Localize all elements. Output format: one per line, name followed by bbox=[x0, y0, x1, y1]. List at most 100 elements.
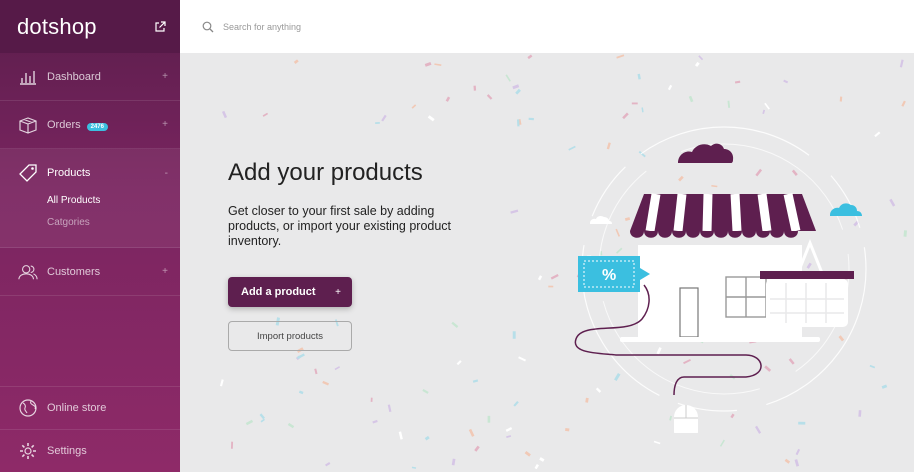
confetti-piece bbox=[506, 435, 512, 439]
confetti-piece bbox=[451, 321, 459, 328]
confetti-piece bbox=[515, 88, 521, 95]
confetti-piece bbox=[903, 230, 907, 237]
sidebar-item-dashboard[interactable]: Dashboard + bbox=[0, 53, 180, 101]
confetti-piece bbox=[298, 390, 304, 395]
search-icon bbox=[202, 21, 214, 32]
top-bar bbox=[180, 0, 914, 53]
confetti-piece bbox=[474, 445, 480, 452]
confetti-piece bbox=[451, 458, 456, 466]
confetti-piece bbox=[794, 459, 800, 467]
confetti-piece bbox=[411, 466, 417, 469]
sidebar-item-label: Products bbox=[47, 167, 91, 179]
expand-icon[interactable]: + bbox=[162, 71, 168, 82]
confetti-piece bbox=[719, 439, 725, 447]
confetti-piece bbox=[372, 419, 378, 424]
confetti-piece bbox=[505, 74, 511, 82]
confetti-piece bbox=[260, 418, 265, 423]
sidebar-item-settings[interactable]: Settings bbox=[0, 429, 180, 472]
page-description: Get closer to your first sale by adding … bbox=[228, 204, 452, 248]
confetti-piece bbox=[314, 368, 318, 375]
sidebar-subitem-categories[interactable]: Catgories bbox=[0, 212, 180, 234]
sidebar-item-customers[interactable]: Customers + bbox=[0, 248, 180, 296]
expand-icon[interactable]: + bbox=[162, 119, 168, 130]
confetti-piece bbox=[783, 79, 789, 84]
gear-icon bbox=[18, 441, 38, 461]
globe-icon bbox=[18, 398, 38, 418]
confetti-piece bbox=[398, 431, 403, 440]
shop-illustration: % bbox=[574, 126, 867, 433]
confetti-piece bbox=[230, 441, 234, 449]
confetti-piece bbox=[445, 96, 451, 102]
confetti-piece bbox=[422, 388, 429, 394]
confetti-piece bbox=[245, 419, 254, 426]
confetti-piece bbox=[434, 63, 442, 66]
sidebar: dotshop Dashboard + Orders 2476 + Product… bbox=[0, 0, 180, 472]
confetti-piece bbox=[795, 448, 801, 456]
confetti-piece bbox=[424, 435, 430, 441]
main-content: Add your products Get closer to your fir… bbox=[180, 53, 914, 472]
confetti-piece bbox=[694, 61, 700, 67]
confetti-piece bbox=[293, 59, 299, 64]
brand-logo[interactable]: dotshop bbox=[17, 14, 97, 40]
confetti-piece bbox=[387, 404, 392, 413]
confetti-piece bbox=[427, 115, 435, 122]
confetti-piece bbox=[424, 61, 432, 67]
confetti-piece bbox=[325, 462, 331, 467]
plus-icon: + bbox=[335, 286, 341, 298]
confetti-piece bbox=[616, 54, 625, 59]
import-products-button[interactable]: Import products bbox=[228, 321, 352, 351]
external-link-icon[interactable] bbox=[154, 20, 166, 33]
confetti-piece bbox=[518, 356, 526, 362]
orders-label: Orders bbox=[47, 118, 81, 131]
sidebar-item-label: Customers bbox=[47, 265, 101, 278]
confetti-piece bbox=[221, 110, 228, 119]
confetti-piece bbox=[512, 84, 520, 90]
confetti-piece bbox=[534, 464, 539, 470]
confetti-piece bbox=[287, 422, 295, 429]
box-icon bbox=[18, 115, 38, 135]
search-input[interactable] bbox=[223, 21, 523, 32]
brand-bar: dotshop bbox=[0, 0, 180, 53]
sidebar-item-label: Online store bbox=[47, 402, 107, 414]
confetti-piece bbox=[537, 275, 543, 281]
page-title: Add your products bbox=[228, 159, 423, 186]
confetti-piece bbox=[524, 451, 531, 457]
confetti-piece bbox=[259, 413, 265, 420]
confetti-piece bbox=[512, 331, 516, 339]
confetti-piece bbox=[539, 457, 545, 462]
confetti-piece bbox=[667, 84, 673, 91]
confetti-piece bbox=[334, 366, 341, 371]
confetti-piece bbox=[487, 415, 491, 423]
sidebar-item-orders[interactable]: Orders 2476 + bbox=[0, 101, 180, 149]
confetti-piece bbox=[734, 80, 741, 84]
confetti-piece bbox=[637, 73, 641, 80]
confetti-piece bbox=[262, 112, 269, 117]
add-product-label: Add a product bbox=[241, 286, 316, 298]
add-product-button[interactable]: Add a product + bbox=[228, 277, 352, 307]
sidebar-item-label: Dashboard bbox=[47, 70, 101, 83]
confetti-piece bbox=[219, 379, 224, 387]
confetti-piece bbox=[513, 400, 519, 407]
confetti-piece bbox=[370, 397, 373, 402]
confetti-piece bbox=[375, 122, 380, 124]
sidebar-subitem-all-products[interactable]: All Products bbox=[0, 190, 180, 212]
confetti-piece bbox=[527, 54, 533, 60]
confetti-piece bbox=[505, 427, 513, 432]
confetti-piece bbox=[784, 458, 791, 464]
confetti-piece bbox=[322, 380, 330, 386]
sidebar-group-products: Products - All Products Catgories bbox=[0, 149, 180, 248]
expand-icon[interactable]: + bbox=[162, 266, 168, 277]
confetti-piece bbox=[381, 114, 387, 122]
tag-icon bbox=[18, 163, 38, 183]
sidebar-item-online-store[interactable]: Online store bbox=[0, 386, 180, 429]
confetti-piece bbox=[468, 428, 475, 437]
bar-chart-icon bbox=[18, 67, 38, 87]
confetti-piece bbox=[698, 55, 704, 61]
sidebar-item-label: Orders 2476 bbox=[47, 119, 162, 131]
confetti-piece bbox=[528, 117, 534, 121]
confetti-piece bbox=[899, 59, 904, 68]
collapse-icon[interactable]: - bbox=[165, 168, 168, 179]
confetti-piece bbox=[510, 209, 519, 214]
confetti-piece bbox=[901, 100, 906, 107]
confetti-piece bbox=[548, 285, 554, 288]
